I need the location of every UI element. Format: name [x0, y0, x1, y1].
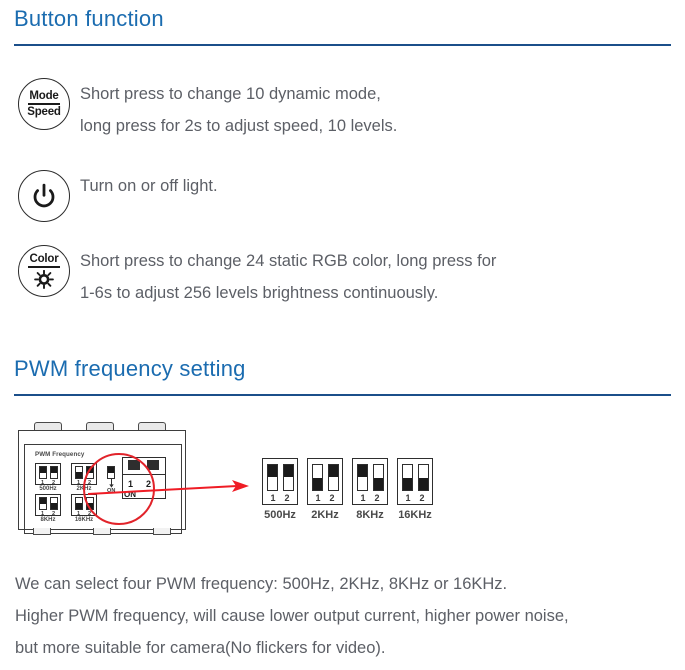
- divider-line: [28, 103, 60, 105]
- dip-track: [266, 464, 294, 491]
- dip-switch-block[interactable]: 1 2: [397, 458, 433, 505]
- color-brightness-button-icon[interactable]: Color: [18, 245, 70, 297]
- dip-switch-1[interactable]: [311, 464, 323, 491]
- icon-cell-color: Color: [8, 243, 80, 297]
- section-divider: [14, 394, 671, 396]
- dip-switch-block[interactable]: 1 2: [352, 458, 388, 505]
- divider-line: [28, 266, 60, 268]
- dip-number: 2: [329, 493, 335, 503]
- dip-switch-1[interactable]: [401, 464, 413, 491]
- dip-switch-2[interactable]: [417, 464, 429, 491]
- dip-switch-block[interactable]: 1 2: [307, 458, 343, 505]
- dip-number: 2: [284, 493, 290, 503]
- dip-knob: [328, 465, 338, 477]
- dip-numbers: 1 2: [268, 493, 293, 503]
- dip-number: 1: [315, 493, 321, 503]
- dip-number: 1: [405, 493, 411, 503]
- dip-knob: [267, 465, 277, 477]
- dip-track: [311, 464, 339, 491]
- dip-switch-2[interactable]: [327, 464, 339, 491]
- pwm-section-title: PWM frequency setting: [14, 356, 246, 381]
- pwm-frequency-section: PWM frequency setting: [14, 358, 671, 396]
- mode-label: Mode: [29, 90, 59, 103]
- dip-numbers: 1 2: [403, 493, 428, 503]
- dip-caption: 16KHz: [398, 509, 432, 521]
- pwm-illustration: PWM Frequency 1 2 500Hz 1 2 2KHz 1 2 8KH…: [0, 420, 685, 550]
- page-title: Button function: [14, 6, 164, 31]
- description-line: Turn on or off light.: [80, 177, 218, 195]
- dip-switch-block[interactable]: 1 2: [262, 458, 298, 505]
- description-mode-speed: Short press to change 10 dynamic mode, l…: [80, 76, 397, 142]
- row-mode-speed: Mode Speed Short press to change 10 dyna…: [8, 76, 668, 142]
- icon-cell-mode-speed: Mode Speed: [8, 76, 80, 130]
- dip-knob: [283, 465, 293, 477]
- dip-caption: 8KHz: [356, 509, 384, 521]
- dip-knob: [357, 465, 367, 477]
- dip-switch-2[interactable]: [372, 464, 384, 491]
- page-root: Button function Mode Speed Short press t…: [0, 0, 685, 670]
- dip-knob: [312, 478, 322, 490]
- power-symbol-icon: [33, 183, 55, 208]
- dip-numbers: 1 2: [358, 493, 383, 503]
- dip-track: [401, 464, 429, 491]
- detail-dip-500hz: 1 2 500Hz: [262, 458, 298, 521]
- speed-label: Speed: [27, 105, 61, 118]
- paragraph-line: but more suitable for camera(No flickers…: [15, 639, 386, 658]
- dip-track: [356, 464, 384, 491]
- detail-dip-switch-row: 1 2 500Hz 1 2 2KHz 1 2 8KHz 1 2 16KHz: [262, 458, 433, 521]
- description-power: Turn on or off light.: [80, 168, 218, 202]
- paragraph-line: We can select four PWM frequency: 500Hz,…: [15, 575, 508, 593]
- icon-cell-power: [8, 168, 80, 222]
- dip-number: 2: [419, 493, 425, 503]
- detail-dip-16khz: 1 2 16KHz: [397, 458, 433, 521]
- description-line: Short press to change 24 static RGB colo…: [80, 252, 497, 270]
- section-divider: [14, 44, 671, 46]
- dip-numbers: 1 2: [313, 493, 338, 503]
- row-color-brightness: Color Short press to change 24 static RG…: [8, 243, 668, 309]
- detail-dip-2khz: 1 2 2KHz: [307, 458, 343, 521]
- dip-switch-1[interactable]: [266, 464, 278, 491]
- row-power: Turn on or off light.: [8, 168, 668, 222]
- dip-knob: [402, 478, 412, 490]
- dip-number: 1: [360, 493, 366, 503]
- description-color-brightness: Short press to change 24 static RGB colo…: [80, 243, 496, 309]
- dip-switch-1[interactable]: [356, 464, 368, 491]
- dip-number: 1: [270, 493, 276, 503]
- dip-knob: [373, 478, 383, 490]
- detail-dip-8khz: 1 2 8KHz: [352, 458, 388, 521]
- dip-switch-2[interactable]: [282, 464, 294, 491]
- dip-caption: 500Hz: [264, 509, 296, 521]
- dip-knob: [418, 478, 428, 490]
- button-function-section: Button function: [14, 8, 671, 46]
- mode-speed-button-icon[interactable]: Mode Speed: [18, 78, 70, 130]
- power-button-icon[interactable]: [18, 170, 70, 222]
- dip-number: 2: [374, 493, 380, 503]
- pwm-description-paragraph: We can select four PWM frequency: 500Hz,…: [15, 568, 675, 665]
- color-label: Color: [29, 253, 59, 266]
- description-line: 1-6s to adjust 256 levels brightness con…: [80, 284, 439, 303]
- description-line: long press for 2s to adjust speed, 10 le…: [80, 117, 398, 136]
- sun-icon: [34, 269, 54, 289]
- dip-caption: 2KHz: [311, 509, 339, 521]
- description-line: Short press to change 10 dynamic mode,: [80, 85, 381, 103]
- paragraph-line: Higher PWM frequency, will cause lower o…: [15, 607, 569, 626]
